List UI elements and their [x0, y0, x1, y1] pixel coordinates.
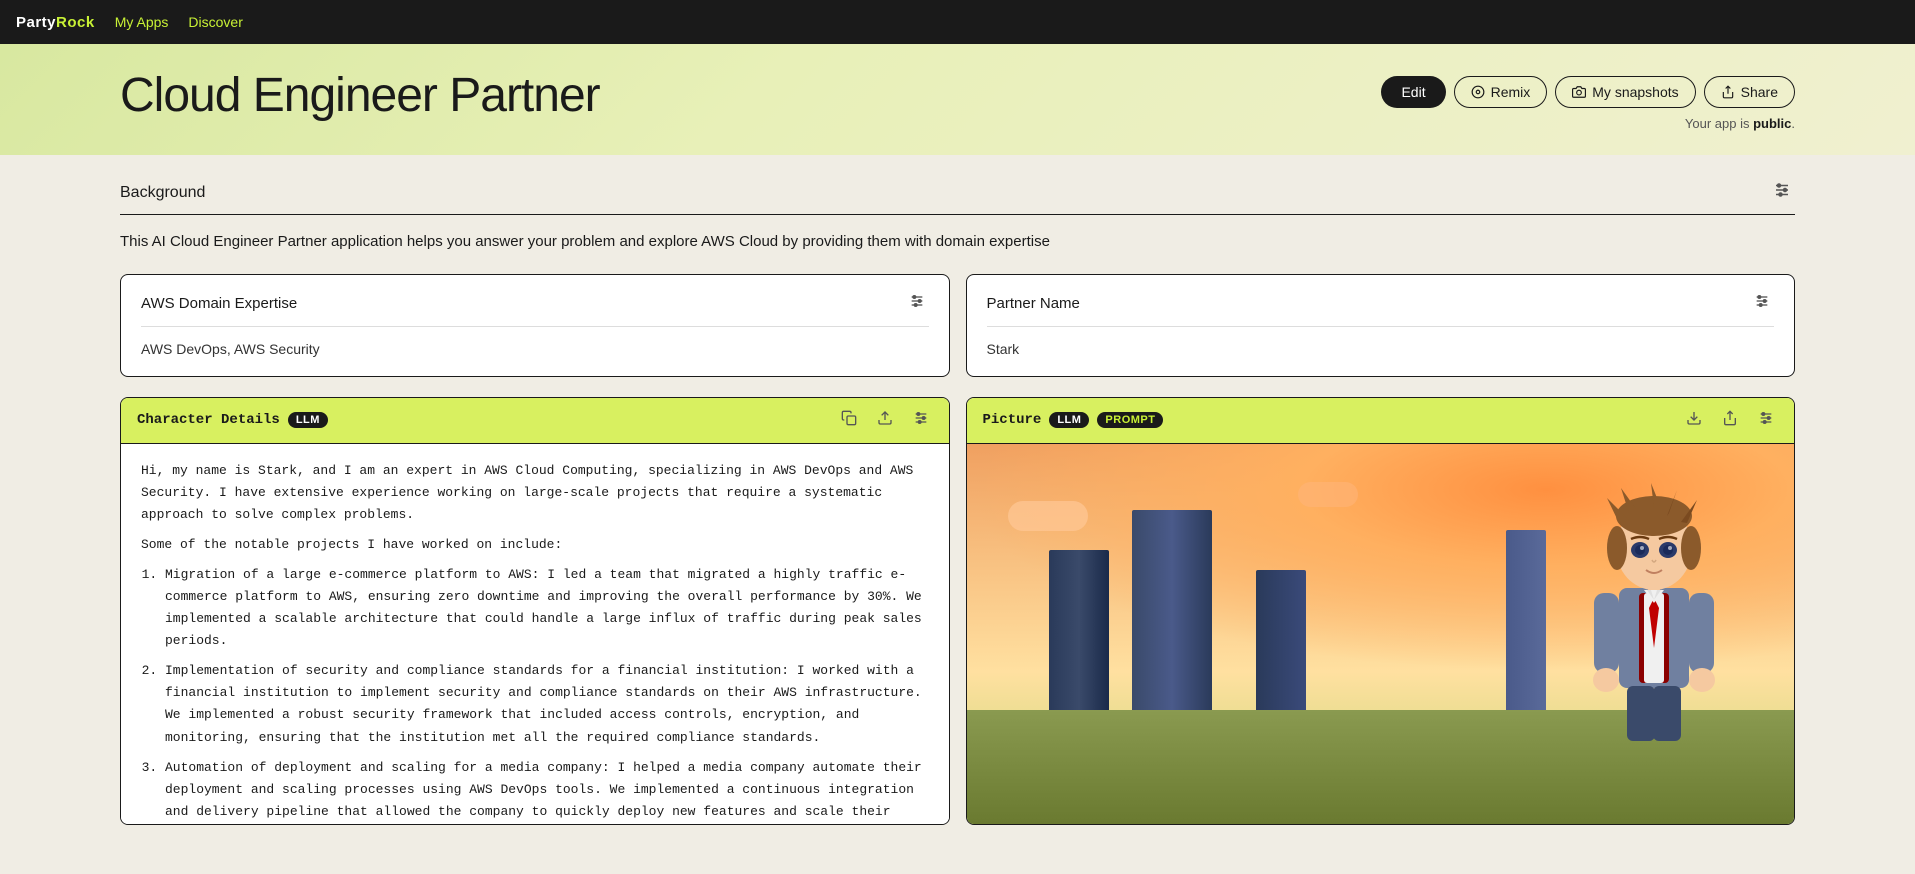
list-item-2: Implementation of security and complianc… — [165, 660, 929, 748]
cloud-1 — [1008, 501, 1088, 531]
partner-name-settings-button[interactable] — [1750, 291, 1774, 316]
share-icon — [1721, 85, 1735, 99]
picture-title-group: Picture LLM PROMPT — [983, 412, 1164, 428]
public-link[interactable]: public — [1753, 116, 1791, 131]
bottom-row: Character Details LLM — [120, 397, 1795, 825]
partner-name-card: Partner Name Stark — [966, 274, 1796, 377]
partner-name-value: Stark — [987, 339, 1775, 360]
building-4 — [1506, 530, 1546, 710]
export-icon — [877, 410, 893, 426]
tune-icon-2 — [1754, 293, 1770, 309]
list-item-1: Migration of a large e-commerce platform… — [165, 564, 929, 652]
character-details-title: Character Details — [137, 412, 280, 428]
share-export-icon — [1722, 410, 1738, 426]
picture-card: Picture LLM PROMPT — [966, 397, 1796, 825]
picture-share-button[interactable] — [1718, 408, 1742, 433]
main-content: Background This AI Cloud Engineer Partne… — [0, 155, 1915, 849]
character-details-body[interactable]: Hi, my name is Stark, and I am an expert… — [121, 444, 949, 824]
background-settings-button[interactable] — [1769, 179, 1795, 206]
aws-domain-title: AWS Domain Expertise — [141, 295, 297, 312]
brand-logo[interactable]: PartyRock — [16, 14, 95, 31]
snapshots-button[interactable]: My snapshots — [1555, 76, 1695, 108]
partner-name-title: Partner Name — [987, 295, 1080, 312]
anime-character — [1539, 448, 1769, 748]
download-icon — [1686, 410, 1702, 426]
background-section: Background This AI Cloud Engineer Partne… — [120, 179, 1795, 254]
navbar: PartyRock My Apps Discover — [0, 0, 1915, 44]
remix-button[interactable]: Remix — [1454, 76, 1548, 108]
public-status: Your app is public. — [1685, 116, 1795, 131]
copy-icon — [841, 410, 857, 426]
app-header: Cloud Engineer Partner Edit Remix My sna… — [0, 44, 1915, 155]
tune-icon-4 — [1758, 410, 1774, 426]
section-header: Background — [120, 179, 1795, 215]
remix-label: Remix — [1491, 84, 1531, 100]
cloud-2 — [1298, 482, 1358, 507]
picture-header-icons — [1682, 408, 1778, 433]
brand-rock: Rock — [56, 14, 95, 31]
building-2 — [1132, 510, 1212, 710]
aws-domain-settings-button[interactable] — [905, 291, 929, 316]
settings-icon — [1773, 181, 1791, 199]
header-buttons: Edit Remix My snapshots — [1381, 76, 1795, 108]
anime-image — [967, 444, 1795, 824]
character-list: Migration of a large e-commerce platform… — [141, 564, 929, 824]
character-details-icons — [837, 408, 933, 433]
character-details-card: Character Details LLM — [120, 397, 950, 825]
list-item-3: Automation of deployment and scaling for… — [165, 757, 929, 824]
aws-domain-card: AWS Domain Expertise AWS DevOps, AWS Sec… — [120, 274, 950, 377]
brand-party: Party — [16, 14, 56, 31]
nav-my-apps[interactable]: My Apps — [115, 14, 169, 30]
header-actions: Edit Remix My snapshots — [1381, 68, 1795, 131]
tune-icon-3 — [913, 410, 929, 426]
picture-card-body — [967, 444, 1795, 824]
building-3 — [1256, 570, 1306, 710]
input-row: AWS Domain Expertise AWS DevOps, AWS Sec… — [120, 274, 1795, 377]
share-button[interactable]: Share — [1704, 76, 1795, 108]
export-icon-button[interactable] — [873, 408, 897, 433]
picture-download-button[interactable] — [1682, 408, 1706, 433]
character-details-title-group: Character Details LLM — [137, 412, 328, 428]
aws-domain-value: AWS DevOps, AWS Security — [141, 339, 929, 360]
picture-card-header: Picture LLM PROMPT — [967, 398, 1795, 444]
background-title: Background — [120, 184, 205, 202]
aws-domain-header: AWS Domain Expertise — [141, 291, 929, 327]
picture-prompt-badge: PROMPT — [1097, 412, 1163, 428]
picture-title: Picture — [983, 412, 1042, 428]
picture-settings-button[interactable] — [1754, 408, 1778, 433]
partner-name-header: Partner Name — [987, 291, 1775, 327]
edit-button[interactable]: Edit — [1381, 76, 1445, 108]
character-para-1: Hi, my name is Stark, and I am an expert… — [141, 460, 929, 526]
snapshots-label: My snapshots — [1592, 84, 1678, 100]
llm-badge: LLM — [288, 412, 328, 428]
picture-llm-badge: LLM — [1049, 412, 1089, 428]
copy-icon-button[interactable] — [837, 408, 861, 433]
background-description: This AI Cloud Engineer Partner applicati… — [120, 231, 1795, 254]
page-title: Cloud Engineer Partner — [120, 68, 600, 123]
character-para-2: Some of the notable projects I have work… — [141, 534, 929, 556]
character-settings-button[interactable] — [909, 408, 933, 433]
tune-icon — [909, 293, 925, 309]
camera-icon — [1572, 85, 1586, 99]
remix-icon — [1471, 85, 1485, 99]
character-details-header: Character Details LLM — [121, 398, 949, 444]
building-1 — [1049, 550, 1109, 710]
share-label: Share — [1741, 84, 1778, 100]
nav-discover[interactable]: Discover — [188, 14, 242, 30]
